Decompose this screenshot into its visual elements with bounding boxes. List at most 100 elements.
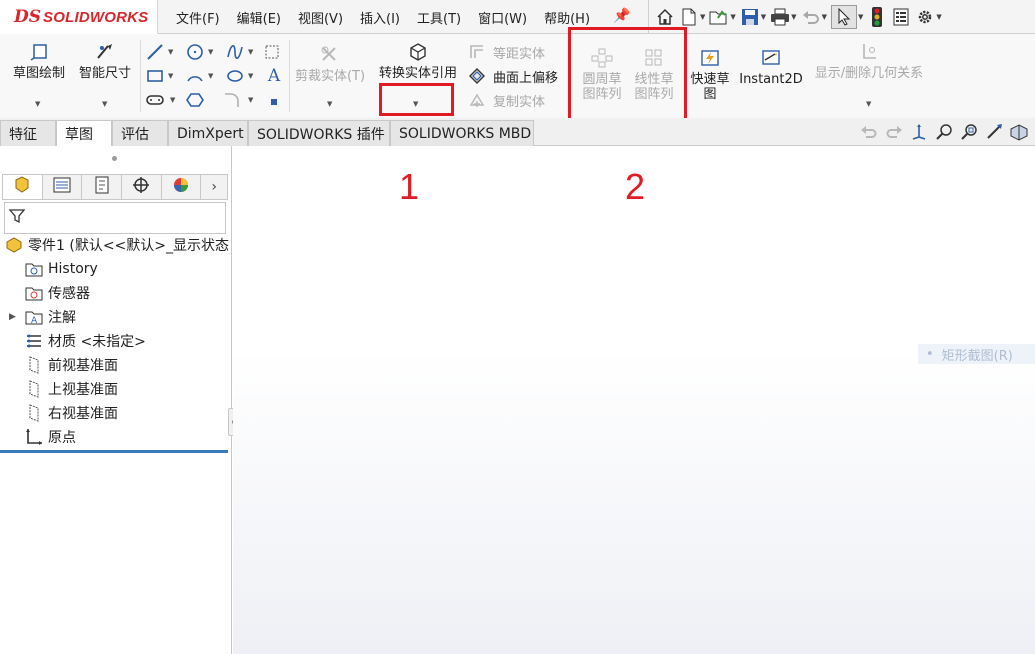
chevron-down-icon[interactable]: ▼ — [936, 13, 941, 21]
tab-configurationmanager[interactable] — [82, 175, 122, 199]
tab-solidworks-addins[interactable]: SOLIDWORKS 插件 — [248, 120, 390, 146]
line-icon[interactable] — [145, 42, 165, 62]
menu-insert[interactable]: 插入(I) — [360, 8, 400, 27]
panel-grip[interactable] — [112, 156, 117, 161]
redo-view-icon[interactable] — [883, 122, 905, 142]
chevron-right-icon[interactable]: › — [201, 175, 227, 199]
undo-button[interactable]: ▼ — [801, 7, 827, 27]
zoom-to-area-icon[interactable] — [958, 122, 980, 142]
point-icon[interactable] — [264, 92, 284, 112]
feature-tree-filter[interactable] — [4, 202, 226, 234]
zoom-to-fit-icon[interactable] — [933, 122, 955, 142]
copy-entities-label: 复制实体 — [493, 94, 546, 110]
smart-dimension-button[interactable]: 智能尺寸 — [74, 42, 136, 81]
trim-entities-button[interactable]: 剪裁实体(T) — [292, 44, 368, 84]
chevron-down-icon[interactable]: ▼ — [168, 48, 173, 56]
tab-evaluate[interactable]: 评估 — [112, 120, 168, 146]
menu-help[interactable]: 帮助(H) — [544, 8, 590, 27]
spline-icon[interactable] — [225, 42, 245, 62]
tree-item-material[interactable]: 材质 <未指定> — [24, 330, 146, 352]
rapid-sketch-button[interactable]: 快速草 图 — [686, 48, 734, 102]
menu-file[interactable]: 文件(F) — [176, 8, 220, 27]
menu-window[interactable]: 窗口(W) — [478, 8, 527, 27]
section-view-icon[interactable] — [1008, 122, 1030, 142]
offset-entities-button[interactable]: 等距实体 — [467, 42, 545, 62]
instant2d-button[interactable]: Instant2D — [738, 48, 804, 87]
instant2d-label: Instant2D — [739, 72, 803, 87]
offset-on-surface-icon — [467, 66, 487, 86]
fillet-icon[interactable] — [222, 90, 242, 110]
chevron-down-icon[interactable]: ▼ — [822, 13, 827, 21]
new-button[interactable]: ▼ — [679, 7, 705, 27]
tab-displaymanager[interactable] — [162, 175, 202, 199]
menu-edit[interactable]: 编辑(E) — [237, 8, 281, 27]
open-button[interactable]: ▼ — [709, 7, 736, 27]
tree-item-right-plane[interactable]: 右视基准面 — [24, 402, 118, 424]
display-delete-relations-button[interactable]: 显示/删除几何关系 — [810, 42, 928, 81]
chevron-down-icon[interactable]: ▼ — [208, 48, 213, 56]
tree-item-label: 原点 — [48, 430, 76, 446]
tab-featuremanager[interactable] — [3, 175, 43, 199]
home-button[interactable] — [655, 7, 675, 27]
rebuild-button[interactable] — [867, 7, 887, 27]
previous-view-icon[interactable] — [983, 122, 1005, 142]
text-icon[interactable]: A — [264, 66, 284, 86]
tab-features[interactable]: 特征 — [0, 120, 56, 146]
chevron-down-icon[interactable]: ▼ — [791, 13, 796, 21]
offset-on-surface-button[interactable]: 曲面上偏移 — [467, 66, 558, 86]
file-properties-button[interactable] — [891, 7, 911, 27]
print-button[interactable]: ▼ — [770, 7, 797, 27]
tab-solidworks-mbd[interactable]: SOLIDWORKS MBD — [390, 120, 534, 146]
select-button[interactable]: ▼ — [830, 5, 863, 29]
construction-geometry-icon[interactable] — [262, 42, 282, 62]
pin-icon[interactable]: 📌 — [613, 8, 630, 24]
chevron-down-icon[interactable]: ▼ — [35, 100, 40, 108]
chevron-down-icon[interactable]: ▼ — [208, 72, 213, 80]
smart-dimension-label: 智能尺寸 — [78, 66, 131, 81]
chevron-down-icon[interactable]: ▼ — [700, 13, 705, 21]
ellipse-icon[interactable] — [225, 66, 245, 86]
rectangle-icon[interactable] — [145, 66, 165, 86]
chevron-down-icon[interactable]: ▼ — [248, 96, 253, 104]
tree-item-history[interactable]: History — [24, 258, 98, 280]
arc-icon[interactable] — [185, 66, 205, 86]
polygon-icon[interactable] — [185, 90, 205, 110]
sketch-button[interactable]: 草图绘制 — [8, 42, 70, 81]
tab-propertymanager[interactable] — [43, 175, 83, 199]
view-orientation-icon[interactable] — [908, 122, 930, 142]
options-button[interactable]: ▼ — [915, 7, 942, 27]
save-button[interactable]: ▼ — [740, 7, 766, 27]
chevron-down-icon[interactable]: ▼ — [761, 13, 766, 21]
rollback-bar[interactable] — [0, 450, 228, 453]
tree-root-part[interactable]: 零件1 (默认<<默认>_显示状态 — [4, 234, 229, 256]
chevron-down-icon[interactable]: ▼ — [248, 72, 253, 80]
tree-item-top-plane[interactable]: 上视基准面 — [24, 378, 118, 400]
quick-access-toolbar: ▼ ▼ ▼ ▼ ▼ ▼ ▼ — [648, 0, 946, 34]
tree-item-origin[interactable]: 原点 — [24, 426, 76, 448]
chevron-down-icon[interactable]: ▼ — [248, 48, 253, 56]
menu-view[interactable]: 视图(V) — [298, 8, 343, 27]
chevron-down-icon[interactable]: ▼ — [168, 72, 173, 80]
tab-dimxpertmanager[interactable] — [122, 175, 162, 199]
chevron-down-icon[interactable]: ▼ — [170, 96, 175, 104]
tree-item-sensors[interactable]: 传感器 — [24, 282, 90, 304]
circle-icon[interactable] — [185, 42, 205, 62]
tab-dimxpert[interactable]: DimXpert — [168, 120, 248, 146]
slot-icon[interactable] — [145, 90, 165, 110]
graphics-area[interactable] — [233, 146, 1035, 654]
app-logo[interactable]: DS SOLIDWORKS — [0, 0, 158, 34]
chevron-down-icon[interactable]: ▼ — [327, 100, 332, 108]
tree-item-front-plane[interactable]: 前视基准面 — [24, 354, 118, 376]
cursor-arrow-icon — [830, 5, 857, 29]
convert-entities-button[interactable]: 转换实体引用 — [374, 42, 462, 81]
undo-view-icon[interactable] — [858, 122, 880, 142]
chevron-down-icon[interactable]: ▼ — [858, 13, 863, 21]
chevron-down-icon[interactable]: ▼ — [730, 13, 735, 21]
tab-sketch[interactable]: 草图 — [56, 120, 112, 146]
chevron-down-icon[interactable]: ▼ — [866, 100, 871, 108]
expand-arrow-icon[interactable]: ▶ — [9, 312, 16, 322]
copy-entities-button[interactable]: 复制实体 — [467, 90, 545, 110]
chevron-down-icon[interactable]: ▼ — [102, 100, 107, 108]
tree-item-annotations[interactable]: A 注解 — [24, 306, 76, 328]
menu-tools[interactable]: 工具(T) — [417, 8, 461, 27]
